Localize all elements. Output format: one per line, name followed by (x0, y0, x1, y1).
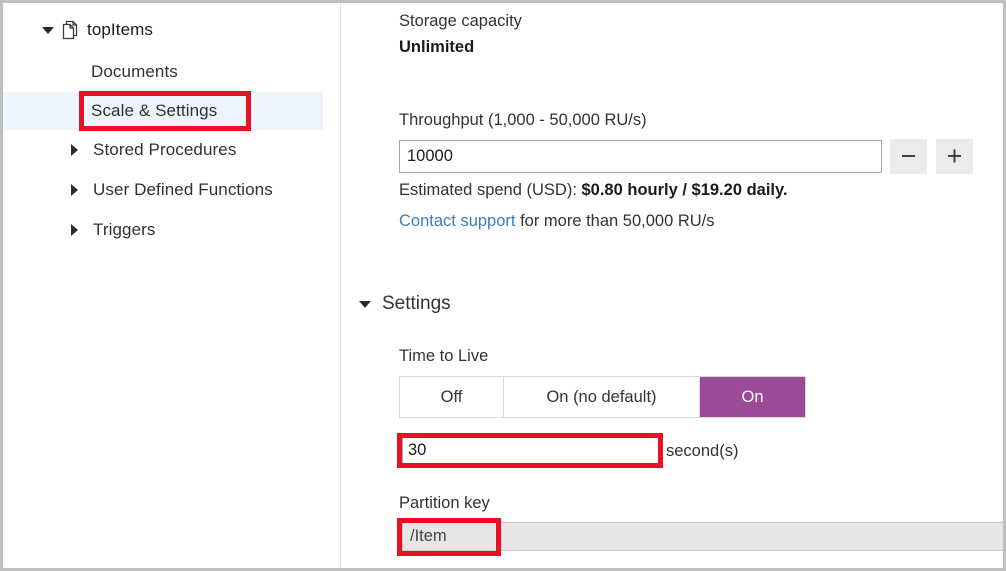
sidebar-item-user-defined-functions[interactable]: User Defined Functions (3, 171, 323, 209)
contact-support-text: Contact support for more than 50,000 RU/… (399, 212, 715, 231)
ttl-option-on-no-default[interactable]: On (no default) (504, 377, 700, 417)
estimated-spend-value: $0.80 hourly / $19.20 daily. (581, 181, 787, 199)
sidebar-item-label: Triggers (93, 220, 156, 240)
documents-stack-icon (61, 20, 79, 40)
minus-icon: − (901, 143, 917, 170)
contact-support-suffix: for more than 50,000 RU/s (515, 212, 714, 230)
sidebar-item-scale-and-settings[interactable]: Scale & Settings (3, 92, 323, 130)
resource-tree-sidebar: topItems Documents Scale & Settings Stor… (3, 3, 341, 568)
ttl-seconds-input[interactable] (402, 437, 659, 464)
throughput-label: Throughput (1,000 - 50,000 RU/s) (399, 111, 647, 130)
partition-key-label: Partition key (399, 494, 490, 513)
settings-section-title: Settings (382, 293, 451, 315)
sidebar-item-label: topItems (87, 20, 153, 40)
throughput-decrement-button[interactable]: − (890, 139, 927, 174)
plus-icon: + (947, 143, 963, 170)
throughput-input[interactable] (399, 140, 882, 173)
time-to-live-segmented-control: Off On (no default) On (399, 376, 806, 418)
sidebar-item-documents[interactable]: Documents (3, 53, 323, 91)
ttl-option-off[interactable]: Off (400, 377, 504, 417)
storage-capacity-label: Storage capacity (399, 12, 522, 31)
sidebar-item-label: User Defined Functions (93, 180, 273, 200)
partition-key-input (402, 522, 1005, 551)
contact-support-link[interactable]: Contact support (399, 212, 515, 230)
chevron-down-icon[interactable] (358, 296, 374, 312)
chevron-right-icon[interactable] (67, 142, 83, 158)
chevron-down-icon[interactable] (41, 22, 57, 38)
sidebar-item-label: Documents (91, 62, 178, 82)
sidebar-item-label: Stored Procedures (93, 140, 236, 160)
estimated-spend-prefix: Estimated spend (USD): (399, 181, 581, 199)
throughput-increment-button[interactable]: + (936, 139, 973, 174)
sidebar-item-triggers[interactable]: Triggers (3, 211, 323, 249)
sidebar-item-stored-procedures[interactable]: Stored Procedures (3, 131, 323, 169)
scale-and-settings-pane: Storage capacity Unlimited Throughput (1… (344, 3, 1003, 568)
time-to-live-label: Time to Live (399, 347, 488, 366)
sidebar-item-topitems[interactable]: topItems (3, 11, 323, 49)
ttl-option-on[interactable]: On (700, 377, 805, 417)
settings-section-header[interactable]: Settings (358, 293, 451, 315)
chevron-right-icon[interactable] (67, 182, 83, 198)
ttl-seconds-unit-label: second(s) (666, 442, 738, 461)
estimated-spend-text: Estimated spend (USD): $0.80 hourly / $1… (399, 181, 788, 200)
screenshot-root: topItems Documents Scale & Settings Stor… (0, 0, 1006, 571)
sidebar-item-label: Scale & Settings (91, 101, 217, 121)
chevron-right-icon[interactable] (67, 222, 83, 238)
storage-capacity-value: Unlimited (399, 38, 474, 57)
